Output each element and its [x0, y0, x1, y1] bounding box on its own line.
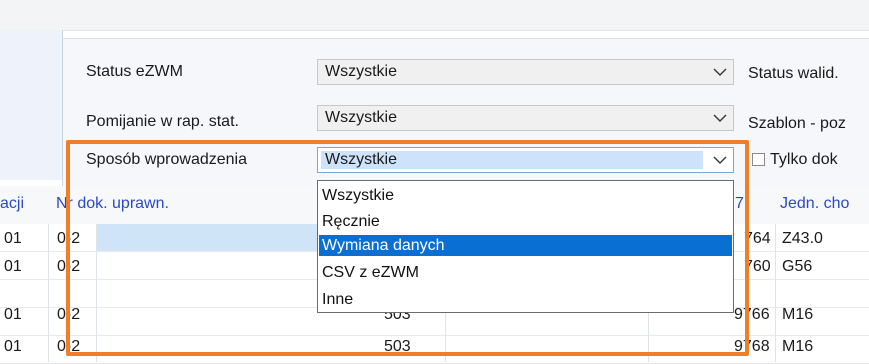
status-ezwm-combo[interactable]: Wszystkie: [317, 59, 734, 85]
cell-acji: 01: [4, 230, 22, 247]
cell-jedn-cho: G56: [782, 258, 813, 275]
cell-acji: 01: [4, 258, 22, 275]
grid-corner-area: [0, 30, 63, 180]
annotation-highlight-box: [66, 140, 749, 356]
szablon-label: Szablon - poz: [748, 115, 846, 132]
column-header-acji[interactable]: acji: [0, 195, 24, 213]
cell-jedn-cho: M16: [782, 338, 814, 355]
column-divider: [48, 224, 49, 362]
pomijanie-combo[interactable]: Wszystkie: [317, 105, 734, 131]
pomijanie-label: Pomijanie w rap. stat.: [86, 113, 239, 130]
column-divider: [775, 224, 776, 362]
cell-jedn-cho: Z43.0: [782, 230, 823, 247]
tylko-dok-label: Tylko dok: [770, 151, 838, 168]
cell-acji: 01: [4, 306, 22, 323]
top-toolbar-band: [0, 0, 869, 30]
pomijanie-value: Wszystkie: [325, 109, 397, 126]
status-walid-label: Status walid.: [748, 65, 839, 82]
chevron-down-icon[interactable]: [711, 60, 729, 84]
status-ezwm-label: Status eZWM: [86, 63, 183, 80]
cell-acji: 01: [4, 338, 22, 355]
column-header-jedn-cho[interactable]: Jedn. cho: [780, 195, 849, 213]
cell-jedn-cho: M16: [782, 306, 814, 323]
tylko-dok-checkbox[interactable]: [752, 153, 765, 166]
status-ezwm-value: Wszystkie: [325, 63, 397, 80]
top-divider: [0, 30, 869, 31]
chevron-down-icon[interactable]: [711, 106, 729, 130]
